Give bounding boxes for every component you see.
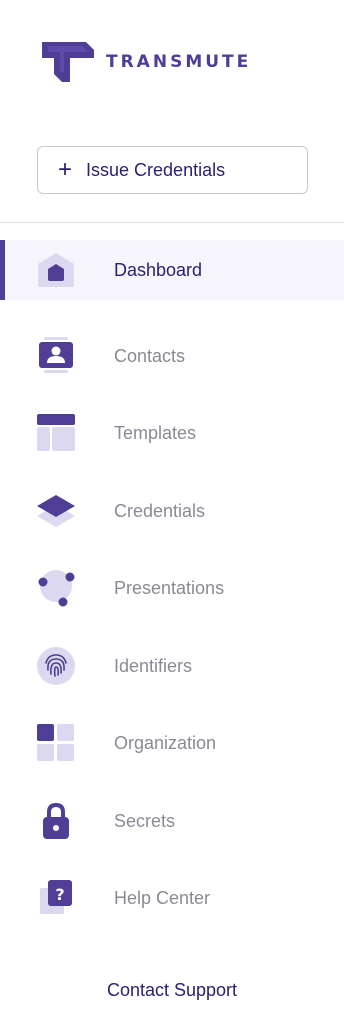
fingerprint-icon (37, 646, 75, 685)
sidebar-item-help-center[interactable]: ? Help Center (0, 860, 344, 938)
sidebar-item-label: Credentials (114, 500, 206, 521)
sidebar-item-label: Contacts (114, 345, 186, 366)
sidebar-item-contacts[interactable]: Contacts (0, 318, 344, 396)
sidebar-item-label: Organization (114, 733, 217, 754)
sidebar-item-presentations[interactable]: Presentations (0, 550, 344, 628)
plus-icon: + (58, 156, 73, 183)
lock-icon (43, 802, 69, 839)
template-icon (37, 414, 75, 451)
issue-credentials-label: Issue Credentials (86, 159, 226, 180)
transmute-logo[interactable]: TRANSMUTE (42, 42, 251, 82)
sidebar-item-secrets[interactable]: Secrets (0, 783, 344, 861)
sidebar-item-label: Presentations (114, 578, 225, 599)
layers-icon (37, 494, 75, 527)
brand-name: TRANSMUTE (106, 52, 252, 72)
contact-support-link[interactable]: Contact Support (0, 980, 344, 1001)
sidebar-item-dashboard[interactable]: Dashboard (0, 240, 344, 300)
sidebar-item-label: Identifiers (114, 655, 193, 676)
sidebar-item-label: Help Center (114, 888, 211, 909)
sidebar-item-label: Templates (114, 423, 197, 444)
grid-icon (37, 724, 74, 761)
sidebar-item-organization[interactable]: Organization (0, 705, 344, 783)
share-nodes-icon (38, 570, 75, 607)
sidebar-item-credentials[interactable]: Credentials (0, 473, 344, 551)
divider (0, 222, 344, 223)
sidebar-item-label: Secrets (114, 810, 176, 831)
home-icon (38, 253, 74, 287)
sidebar-nav: Dashboard Contacts Templates Credentials (0, 240, 344, 938)
transmute-logo-mark (42, 42, 94, 82)
help-icon: ? (40, 880, 72, 914)
contact-card-icon (39, 336, 73, 373)
sidebar-item-identifiers[interactable]: Identifiers (0, 628, 344, 706)
svg-text:?: ? (55, 885, 64, 904)
issue-credentials-button[interactable]: + Issue Credentials (37, 146, 308, 194)
sidebar-item-templates[interactable]: Templates (0, 395, 344, 473)
sidebar-item-label: Dashboard (114, 259, 203, 280)
